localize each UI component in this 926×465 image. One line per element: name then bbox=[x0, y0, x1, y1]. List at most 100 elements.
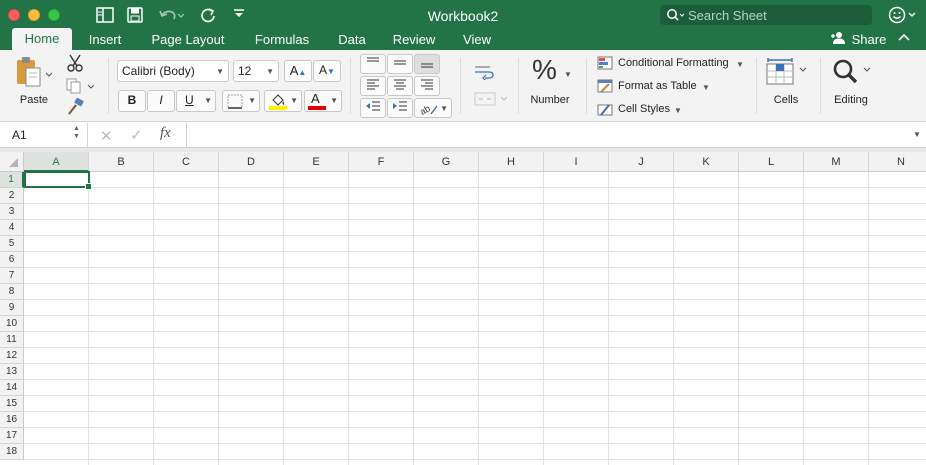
column-header[interactable]: C bbox=[154, 152, 219, 172]
name-box-stepper-icon: ▲ ▼ bbox=[73, 125, 80, 140]
maximize-window-button[interactable] bbox=[48, 9, 60, 21]
selected-cell[interactable] bbox=[24, 171, 92, 190]
search-sheet-input[interactable]: Search Sheet bbox=[660, 5, 872, 25]
row-header[interactable]: 5 bbox=[0, 236, 24, 252]
cancel-entry-icon[interactable]: ✕ bbox=[100, 127, 113, 145]
merge-center-icon[interactable] bbox=[474, 92, 508, 109]
row-header[interactable]: 7 bbox=[0, 268, 24, 284]
font-size-dropdown[interactable]: 12 ▼ bbox=[233, 60, 279, 82]
align-left-button[interactable] bbox=[360, 76, 386, 96]
chevron-down-icon: ▼ bbox=[674, 106, 682, 115]
underline-button[interactable]: U ▼ bbox=[176, 90, 216, 112]
tab-data[interactable]: Data bbox=[332, 32, 372, 50]
confirm-entry-icon[interactable]: ✓ bbox=[130, 126, 143, 144]
column-header[interactable]: L bbox=[739, 152, 804, 172]
row-header[interactable]: 13 bbox=[0, 364, 24, 380]
column-header[interactable]: I bbox=[544, 152, 609, 172]
column-header[interactable]: D bbox=[219, 152, 284, 172]
cell-styles-button[interactable]: Cell Styles ▼ bbox=[596, 101, 756, 119]
row-header[interactable]: 1 bbox=[0, 172, 24, 188]
italic-button[interactable]: I bbox=[147, 90, 175, 112]
expand-formula-bar-icon[interactable]: ▼ bbox=[913, 130, 921, 139]
collapse-ribbon-icon[interactable] bbox=[898, 31, 910, 45]
close-window-button[interactable] bbox=[8, 9, 20, 21]
tab-page-layout[interactable]: Page Layout bbox=[143, 32, 233, 50]
row-header[interactable]: 17 bbox=[0, 428, 24, 444]
font-name-dropdown[interactable]: Calibri (Body) ▼ bbox=[117, 60, 229, 82]
row-header[interactable]: 18 bbox=[0, 444, 24, 460]
grid-line bbox=[803, 172, 804, 465]
number-format-button[interactable]: % ▼ bbox=[530, 54, 574, 86]
wrap-text-icon[interactable] bbox=[474, 64, 496, 83]
chevron-down-icon: ▼ bbox=[564, 70, 572, 79]
column-header[interactable]: A bbox=[24, 152, 89, 172]
undo-icon[interactable] bbox=[158, 7, 185, 26]
format-as-table-button[interactable]: Format as Table ▼ bbox=[596, 78, 756, 96]
align-middle-button[interactable] bbox=[387, 54, 413, 74]
conditional-formatting-button[interactable]: Conditional Formatting ▼ bbox=[596, 55, 756, 73]
row-header[interactable]: 16 bbox=[0, 412, 24, 428]
cells-button[interactable] bbox=[766, 58, 810, 88]
row-header[interactable]: 6 bbox=[0, 252, 24, 268]
align-bottom-button[interactable] bbox=[414, 54, 440, 74]
tab-formulas[interactable]: Formulas bbox=[248, 32, 316, 50]
row-header[interactable]: 11 bbox=[0, 332, 24, 348]
row-header[interactable]: 9 bbox=[0, 300, 24, 316]
font-color-button[interactable]: A ▼ bbox=[304, 90, 342, 112]
grid-line bbox=[24, 347, 926, 348]
editing-button[interactable] bbox=[832, 58, 872, 88]
increase-indent-button[interactable] bbox=[387, 98, 413, 118]
row-header[interactable]: 14 bbox=[0, 380, 24, 396]
column-header[interactable]: N bbox=[869, 152, 926, 172]
tab-review[interactable]: Review bbox=[386, 32, 442, 50]
minimize-window-button[interactable] bbox=[28, 9, 40, 21]
decrease-font-size-button[interactable]: A▼ bbox=[313, 60, 341, 82]
tab-home[interactable]: Home bbox=[12, 28, 72, 50]
copy-icon[interactable] bbox=[66, 78, 96, 97]
fill-color-button[interactable]: ▼ bbox=[264, 90, 302, 112]
formula-input[interactable] bbox=[186, 123, 906, 147]
chevron-down-icon: ▼ bbox=[290, 96, 298, 105]
spreadsheet-grid[interactable]: A B C D E F G H I J K L M N 1 2 3 4 5 6 7 8 9 10 11 12 13 14 15 16 17 1… bbox=[0, 148, 926, 465]
column-header[interactable]: B bbox=[89, 152, 154, 172]
row-header[interactable]: 15 bbox=[0, 396, 24, 412]
bold-button[interactable]: B bbox=[118, 90, 146, 112]
sidebar-toggle-icon[interactable] bbox=[96, 7, 114, 26]
orientation-button[interactable]: ab ▼ bbox=[414, 98, 452, 118]
customize-toolbar-icon[interactable] bbox=[233, 8, 245, 23]
save-icon[interactable] bbox=[127, 7, 143, 26]
align-center-button[interactable] bbox=[387, 76, 413, 96]
align-top-button[interactable] bbox=[360, 54, 386, 74]
insert-function-icon[interactable]: fx bbox=[160, 125, 171, 142]
borders-button[interactable]: ▼ bbox=[222, 90, 260, 112]
increase-font-size-button[interactable]: A▲ bbox=[284, 60, 312, 82]
fill-handle[interactable] bbox=[85, 183, 92, 190]
redo-icon[interactable] bbox=[200, 7, 216, 26]
formula-bar: A1 ▲ ▼ ✕ ✓ fx ▼ bbox=[0, 122, 926, 148]
select-all-corner[interactable] bbox=[0, 152, 24, 172]
column-header[interactable]: G bbox=[414, 152, 479, 172]
column-header[interactable]: K bbox=[674, 152, 739, 172]
column-header[interactable]: J bbox=[609, 152, 674, 172]
column-header[interactable]: M bbox=[804, 152, 869, 172]
row-header[interactable]: 2 bbox=[0, 188, 24, 204]
row-header[interactable]: 4 bbox=[0, 220, 24, 236]
grid-line bbox=[24, 443, 926, 444]
feedback-smiley-icon[interactable] bbox=[888, 6, 918, 27]
row-header[interactable]: 12 bbox=[0, 348, 24, 364]
row-header[interactable]: 3 bbox=[0, 204, 24, 220]
row-header[interactable]: 8 bbox=[0, 284, 24, 300]
decrease-indent-button[interactable] bbox=[360, 98, 386, 118]
row-header[interactable]: 10 bbox=[0, 316, 24, 332]
column-header[interactable]: E bbox=[284, 152, 349, 172]
tab-insert[interactable]: Insert bbox=[82, 32, 128, 50]
align-right-button[interactable] bbox=[414, 76, 440, 96]
column-header[interactable]: F bbox=[349, 152, 414, 172]
format-painter-icon[interactable] bbox=[66, 97, 84, 119]
share-button[interactable]: Share bbox=[830, 31, 886, 47]
name-box[interactable]: A1 ▲ ▼ bbox=[0, 123, 88, 147]
tab-view[interactable]: View bbox=[456, 32, 498, 50]
grid-line bbox=[24, 363, 926, 364]
column-header[interactable]: H bbox=[479, 152, 544, 172]
cut-icon[interactable] bbox=[66, 54, 84, 75]
